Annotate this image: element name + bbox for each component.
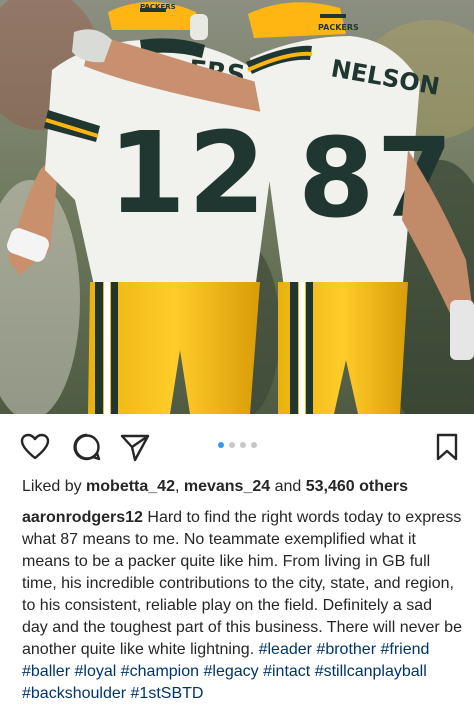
share-icon[interactable] (120, 432, 150, 462)
carousel-dot[interactable] (240, 442, 246, 448)
hashtag-link[interactable]: #loyal (74, 663, 116, 680)
likes-and: and (270, 478, 306, 495)
instagram-post: ERS 12 NELSON 87 (0, 0, 474, 708)
bookmark-icon[interactable] (432, 432, 462, 462)
caption-text: Hard to find the right words today to ex… (22, 509, 462, 658)
carousel-indicator (218, 442, 257, 450)
carousel-dot[interactable] (218, 442, 224, 448)
hashtag-link[interactable]: #legacy (203, 663, 258, 680)
comment-icon[interactable] (72, 432, 102, 462)
post-photo: ERS 12 NELSON 87 (0, 0, 474, 414)
likes-count[interactable]: 53,460 others (306, 478, 408, 495)
carousel-dot[interactable] (229, 442, 235, 448)
heart-icon[interactable] (20, 432, 50, 462)
svg-text:PACKERS: PACKERS (140, 3, 176, 11)
liker-username-2[interactable]: mevans_24 (184, 478, 270, 495)
svg-text:PACKERS: PACKERS (318, 23, 359, 32)
hashtag-link[interactable]: #backshoulder (22, 685, 126, 702)
liker-username-1[interactable]: mobetta_42 (86, 478, 175, 495)
caption-username[interactable]: aaronrodgers12 (22, 509, 143, 526)
hashtag-link[interactable]: #champion (121, 663, 199, 680)
hashtag-link[interactable]: #baller (22, 663, 70, 680)
hashtag-link[interactable]: #brother (316, 641, 376, 658)
likes-prefix: Liked by (22, 478, 87, 495)
post-image[interactable]: ERS 12 NELSON 87 (0, 0, 474, 414)
hashtag-link[interactable]: #friend (380, 641, 429, 658)
likes-separator: , (174, 478, 184, 495)
hashtag-link[interactable]: #intact (263, 663, 310, 680)
hashtag-link[interactable]: #leader (259, 641, 312, 658)
svg-text:12: 12 (108, 109, 268, 239)
carousel-dot[interactable] (251, 442, 257, 448)
caption: aaronrodgers12 Hard to find the right wo… (22, 507, 462, 705)
hashtag-link[interactable]: #stillcanplayball (315, 663, 427, 680)
likes-line: Liked by mobetta_42, mevans_24 and 53,46… (22, 477, 462, 497)
hashtag-link[interactable]: #1stSBTD (131, 685, 204, 702)
